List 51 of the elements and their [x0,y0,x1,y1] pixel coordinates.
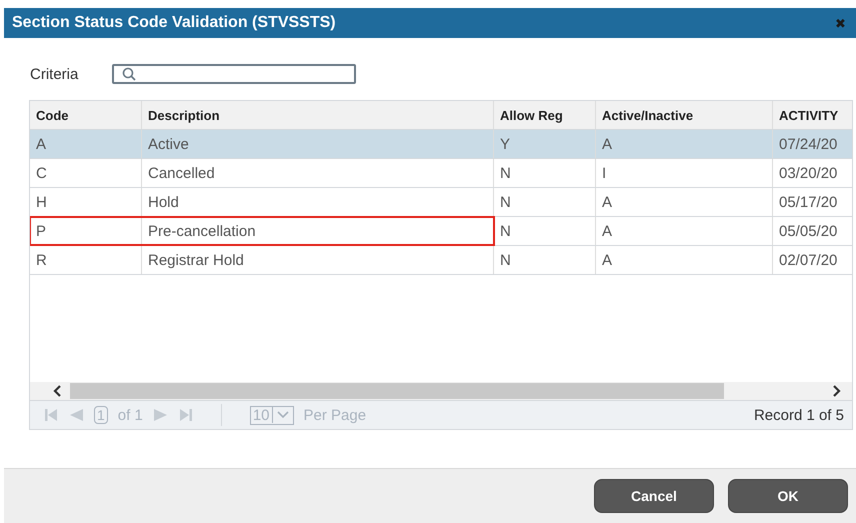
table-cell: N [494,217,596,245]
table-cell: Registrar Hold [142,246,494,274]
column-header[interactable]: Code [30,101,142,129]
chevron-left-icon[interactable] [52,385,64,397]
table-cell: C [30,159,142,187]
table-cell: 05/17/20 [773,188,852,216]
first-page-icon[interactable] [44,408,58,422]
table-cell: 05/05/20 [773,217,852,245]
per-page-label: Per Page [304,406,366,424]
table-cell: Cancelled [142,159,494,187]
search-icon [122,67,136,81]
table-row[interactable]: C Cancelled N I 03/20/20 [30,159,852,188]
ok-button[interactable]: OK [728,479,848,513]
table-cell: 03/20/20 [773,159,852,187]
table-row[interactable]: R Registrar Hold N A 02/07/20 [30,246,852,275]
table-cell: R [30,246,142,274]
table-cell: A [30,130,142,158]
table-cell: A [596,246,773,274]
table-cell: I [596,159,773,187]
column-header[interactable]: Allow Reg [494,101,596,129]
table-cell: Hold [142,188,494,216]
table-cell: A [596,217,773,245]
table-cell: Y [494,130,596,158]
last-page-icon[interactable] [178,408,193,422]
scroll-thumb[interactable] [70,383,724,399]
cancel-button[interactable]: Cancel [594,479,714,513]
table-cell: A [596,188,773,216]
table-cell: N [494,159,596,187]
criteria-label: Criteria [30,66,78,82]
column-header[interactable]: ACTIVITY [773,101,852,129]
chevron-right-icon[interactable] [830,385,842,397]
table-cell: 02/07/20 [773,246,852,274]
page-count: of 1 [118,406,143,424]
table-row[interactable]: P Pre-cancellation N A 05/05/20 [30,217,852,246]
next-page-icon[interactable] [152,408,169,422]
horizontal-scrollbar[interactable] [30,382,852,400]
table-cell: P [30,217,142,245]
search-field[interactable] [112,64,356,84]
table-cell: H [30,188,142,216]
table-cell: A [596,130,773,158]
table-cell: N [494,188,596,216]
column-header[interactable]: Active/Inactive [596,101,773,129]
table-cell: 07/24/20 [773,130,852,158]
previous-page-icon[interactable] [68,408,84,422]
table-cell: N [494,246,596,274]
table-cell: Pre-cancellation [142,217,494,245]
window-title: Section Status Code Validation (STVSSTS) [12,14,336,32]
column-header[interactable]: Description [142,101,494,129]
record-count: Record 1 of 5 [754,406,844,424]
table-cell: Active [142,130,494,158]
table-row[interactable]: A Active Y A 07/24/20 [30,130,852,159]
